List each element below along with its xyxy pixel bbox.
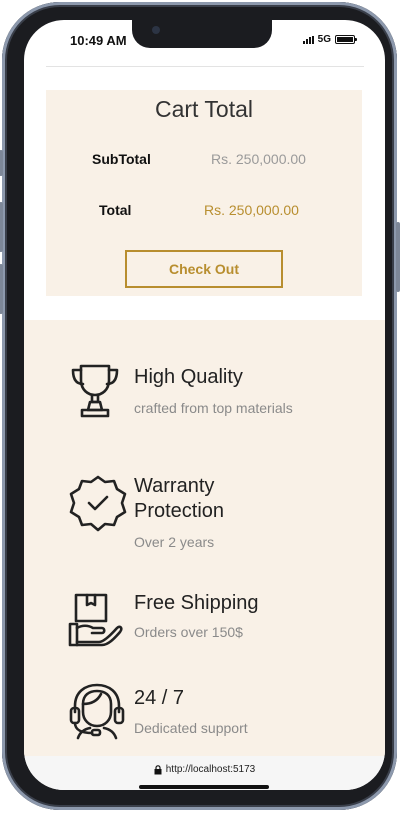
subtotal-value: Rs. 250,000.00 <box>211 151 306 167</box>
cart-totals-panel: Cart Total SubTotal Rs. 250,000.00 Total… <box>46 90 362 296</box>
total-value: Rs. 250,000.00 <box>204 202 299 218</box>
feature-title: Warranty Protection <box>134 475 225 522</box>
warranty-badge-icon <box>69 475 127 532</box>
status-time: 10:49 AM <box>70 33 127 48</box>
volume-up-button <box>0 202 3 252</box>
checkout-button[interactable]: Check Out <box>125 250 283 288</box>
lock-icon <box>154 764 162 774</box>
header-divider <box>46 66 364 67</box>
network-type: 5G <box>317 34 331 45</box>
feature-subtitle: Orders over 150$ <box>134 624 243 640</box>
total-label: Total <box>99 202 132 218</box>
front-camera <box>152 26 160 34</box>
power-button <box>396 222 400 292</box>
feature-subtitle: Dedicated support <box>134 720 248 736</box>
feature-title: 24 / 7 <box>134 687 185 709</box>
phone-screen: 10:49 AM 5G Cart Total SubTotal Rs. 250,… <box>24 20 385 790</box>
silent-switch <box>0 150 3 176</box>
trophy-icon <box>71 364 119 418</box>
subtotal-label: SubTotal <box>92 151 151 167</box>
headset-support-icon <box>69 683 125 740</box>
volume-down-button <box>0 264 3 314</box>
feature-subtitle: Over 2 years <box>134 534 215 550</box>
url-text: http://localhost:5173 <box>165 764 256 775</box>
signal-icon <box>302 35 314 44</box>
feature-title: Free Shipping <box>134 592 259 614</box>
shipping-box-icon <box>68 593 123 647</box>
feature-subtitle: crafted from top materials <box>134 400 293 416</box>
features-section: High Quality crafted from top materials … <box>24 320 385 756</box>
battery-icon <box>335 35 357 44</box>
status-indicators: 5G <box>302 34 357 45</box>
notch <box>132 20 272 48</box>
cart-total-title: Cart Total <box>154 96 253 122</box>
url-display[interactable]: http://localhost:5173 <box>24 764 385 775</box>
home-indicator[interactable] <box>139 785 269 789</box>
phone-frame: 10:49 AM 5G Cart Total SubTotal Rs. 250,… <box>0 2 400 810</box>
feature-title: High Quality <box>134 366 243 388</box>
